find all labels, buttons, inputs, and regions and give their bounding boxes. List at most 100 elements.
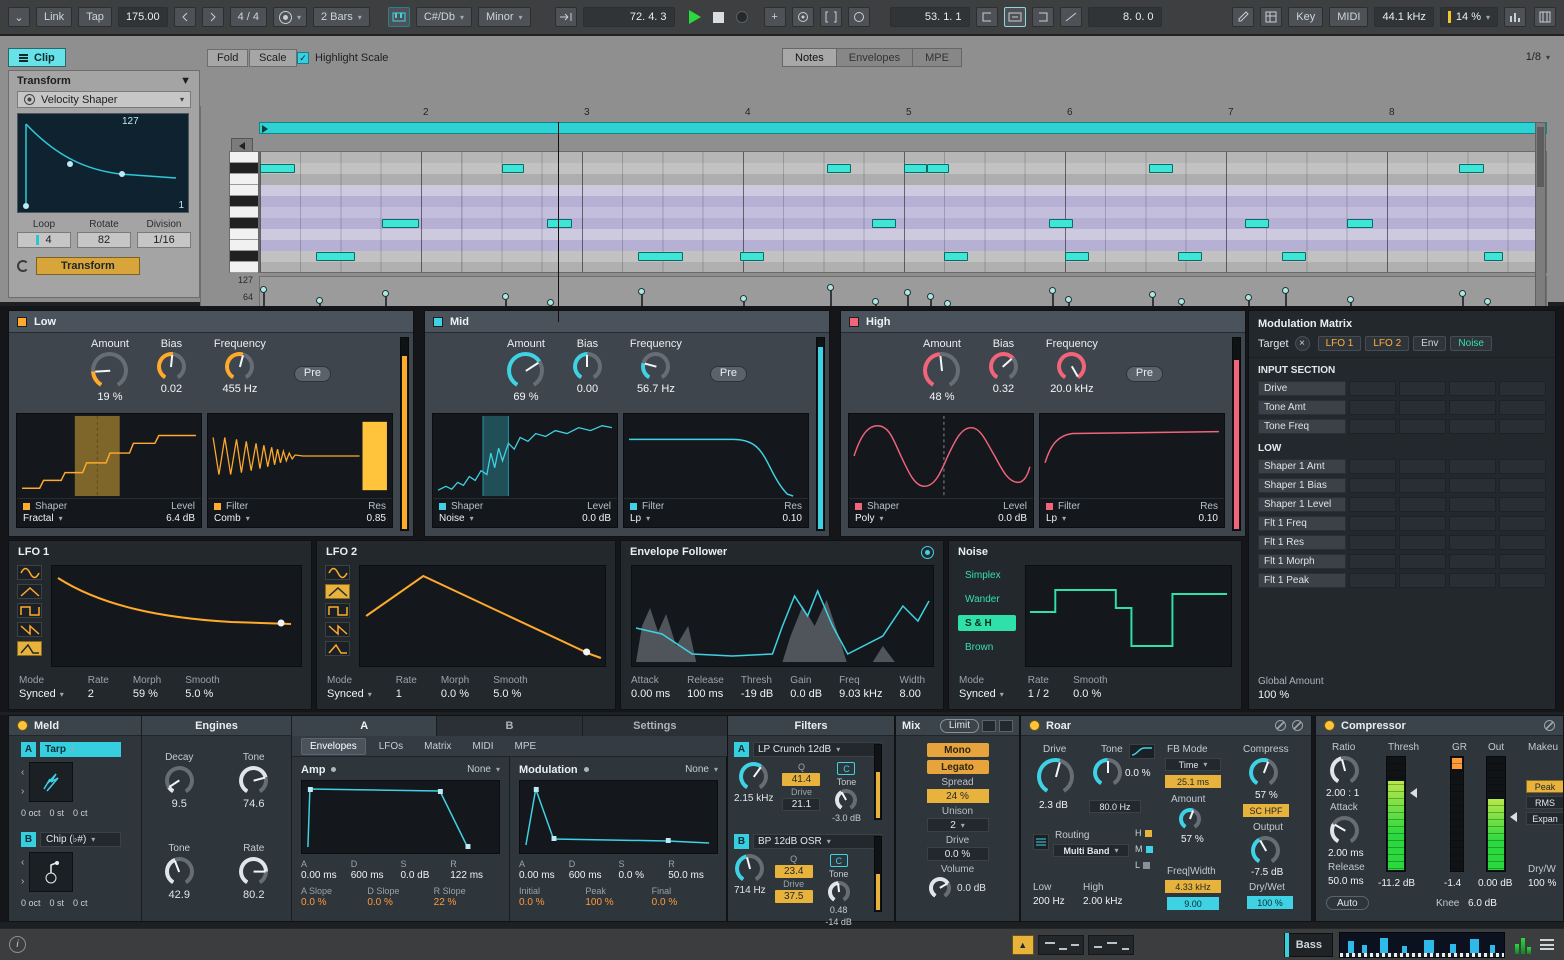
noise-type-option[interactable]: Brown <box>958 639 1016 655</box>
meld-tab[interactable]: Settings <box>583 716 728 736</box>
matrix-row[interactable]: Flt 1 Freq <box>1249 514 1555 533</box>
amp-env-menu[interactable]: None <box>467 764 500 775</box>
filter-b-tone-knob[interactable] <box>828 881 850 903</box>
engine-prev-icon[interactable]: ‹ <box>21 767 24 778</box>
nudge-up-icon[interactable] <box>202 7 224 27</box>
env-param[interactable]: S0.0 % <box>619 859 669 881</box>
velocity-dot[interactable] <box>827 284 834 291</box>
env-slope-param[interactable]: A Slope0.0 % <box>301 886 367 908</box>
piano-key[interactable] <box>230 152 258 163</box>
limit-button[interactable]: Limit <box>940 719 979 733</box>
envf-param[interactable]: Attack0.00 ms <box>631 675 670 700</box>
transform-tool-menu[interactable]: Velocity Shaper <box>17 91 191 108</box>
shaper-level-field[interactable]: 0.0 dB <box>582 513 611 524</box>
engine-a-menu[interactable]: Tarp <box>40 742 121 757</box>
envf-param[interactable]: Freq9.03 kHz <box>839 675 882 700</box>
output-knob[interactable] <box>1251 836 1280 865</box>
filter-a-drive-field[interactable]: 21.1 <box>782 798 820 811</box>
scale-root-menu[interactable]: C#/Db <box>416 7 472 27</box>
env-param[interactable]: S0.0 dB <box>401 859 451 881</box>
velocity-dot[interactable] <box>1049 287 1056 294</box>
envf-param[interactable]: Thresh-19 dB <box>741 675 773 700</box>
envf-param[interactable]: Gain0.0 dB <box>790 675 822 700</box>
sine-wave-icon[interactable] <box>17 565 42 580</box>
note-grid[interactable] <box>259 151 1547 273</box>
velocity-dot[interactable] <box>1149 291 1156 298</box>
filter-b-c-button[interactable]: C <box>830 854 848 867</box>
division-field[interactable]: Division1/16 <box>137 219 191 248</box>
engine-knob-cell[interactable]: Tone 42.9 <box>165 843 194 901</box>
matrix-row[interactable]: Flt 1 Peak <box>1249 571 1555 590</box>
midi-note[interactable] <box>1347 219 1373 228</box>
width-field[interactable]: 9.00 <box>1167 897 1219 910</box>
time-signature-field[interactable]: 4 / 4 <box>230 7 267 27</box>
velocity-dot[interactable] <box>1282 287 1289 294</box>
mix-options-icon[interactable] <box>999 720 1013 732</box>
auto-release-button[interactable]: Auto <box>1326 896 1369 910</box>
piano-key[interactable] <box>230 185 258 196</box>
env-shape-param[interactable]: Peak100 % <box>585 886 651 908</box>
piano-key[interactable] <box>230 229 258 240</box>
engine-a-tag[interactable]: A <box>21 742 36 757</box>
envelope-follower-graph[interactable] <box>631 565 934 667</box>
velocity-dot[interactable] <box>1347 296 1354 303</box>
midi-note[interactable] <box>547 219 573 228</box>
bias-knob[interactable] <box>989 352 1018 381</box>
mix-drive-field[interactable]: 0.0 % <box>927 847 989 861</box>
noise-param[interactable]: Rate1 / 2 <box>1028 675 1049 700</box>
midi-note[interactable] <box>1065 252 1089 261</box>
freq-field[interactable]: 4.33 kHz <box>1165 880 1221 893</box>
velocity-dot[interactable] <box>316 297 323 304</box>
filter-a-tag[interactable]: A <box>734 742 749 757</box>
midi-note[interactable] <box>944 252 968 261</box>
overdub-plus-icon[interactable]: + <box>764 7 786 27</box>
saw-wave-icon[interactable] <box>17 622 42 637</box>
device-activator-icon[interactable] <box>1324 720 1335 731</box>
cent-field[interactable]: 0 ct <box>73 808 88 818</box>
piano-keys[interactable] <box>229 151 259 273</box>
fb-amount-knob[interactable] <box>1179 808 1201 830</box>
refresh-icon[interactable] <box>17 260 29 272</box>
filter-a-q-field[interactable]: 41.4 <box>782 773 820 786</box>
lfo-param[interactable]: ModeSynced <box>19 675 64 700</box>
noise-type-option[interactable]: Simplex <box>958 567 1016 583</box>
roar-drive-knob[interactable] <box>1037 758 1074 795</box>
lfo-param[interactable]: Rate1 <box>396 675 417 700</box>
shaper-level-field[interactable]: 6.4 dB <box>166 513 195 524</box>
filter-b-q-field[interactable]: 23.4 <box>775 865 813 878</box>
tempo-field[interactable]: 175.00 <box>118 7 168 27</box>
noise-param[interactable]: Smooth0.0 % <box>1073 675 1107 700</box>
matrix-row[interactable]: Flt 1 Morph <box>1249 552 1555 571</box>
expand-triangle-button[interactable]: ▲ <box>1012 935 1034 955</box>
velocity-dot[interactable] <box>382 290 389 297</box>
info-icon[interactable]: i <box>9 936 26 953</box>
amp-envelope-graph[interactable] <box>301 780 500 854</box>
filter-graph[interactable]: FilterLp Res0.10 <box>623 413 809 528</box>
thresh-meter[interactable] <box>1386 756 1406 872</box>
spectrum-minimap[interactable] <box>1339 932 1505 958</box>
amount-knob[interactable] <box>91 352 128 389</box>
midi-note[interactable] <box>502 164 525 173</box>
triangle-wave-icon[interactable] <box>325 584 350 599</box>
triangle-wave-icon[interactable] <box>17 584 42 599</box>
midi-note[interactable] <box>1282 252 1306 261</box>
knee-value[interactable]: 6.0 dB <box>1468 898 1497 909</box>
filter-type-menu[interactable]: Comb <box>214 513 250 524</box>
velocity-dot[interactable] <box>1245 294 1252 301</box>
meld-tab[interactable]: A <box>292 716 437 736</box>
highlight-scale-checkbox[interactable]: ✓ <box>297 52 309 64</box>
semitone-field[interactable]: 0 st <box>50 808 65 818</box>
engine-knob[interactable] <box>165 766 194 795</box>
engine-b-tag[interactable]: B <box>21 832 36 847</box>
lfo-param[interactable]: Morph0.0 % <box>441 675 469 700</box>
matrix-row[interactable]: Shaper 1 Amt <box>1249 457 1555 476</box>
octave-field[interactable]: 0 oct <box>21 898 41 908</box>
loop-field[interactable]: Loop4 <box>17 219 71 248</box>
engine-knob[interactable] <box>239 857 268 886</box>
band-l-indicator[interactable]: L <box>1135 860 1150 870</box>
mod-env-menu[interactable]: None <box>685 764 718 775</box>
midi-note[interactable] <box>827 164 851 173</box>
engine-b-menu[interactable]: Chip (♭#) <box>40 832 121 847</box>
pre-button[interactable]: Pre <box>710 366 747 382</box>
device-activator-icon[interactable] <box>1029 720 1040 731</box>
